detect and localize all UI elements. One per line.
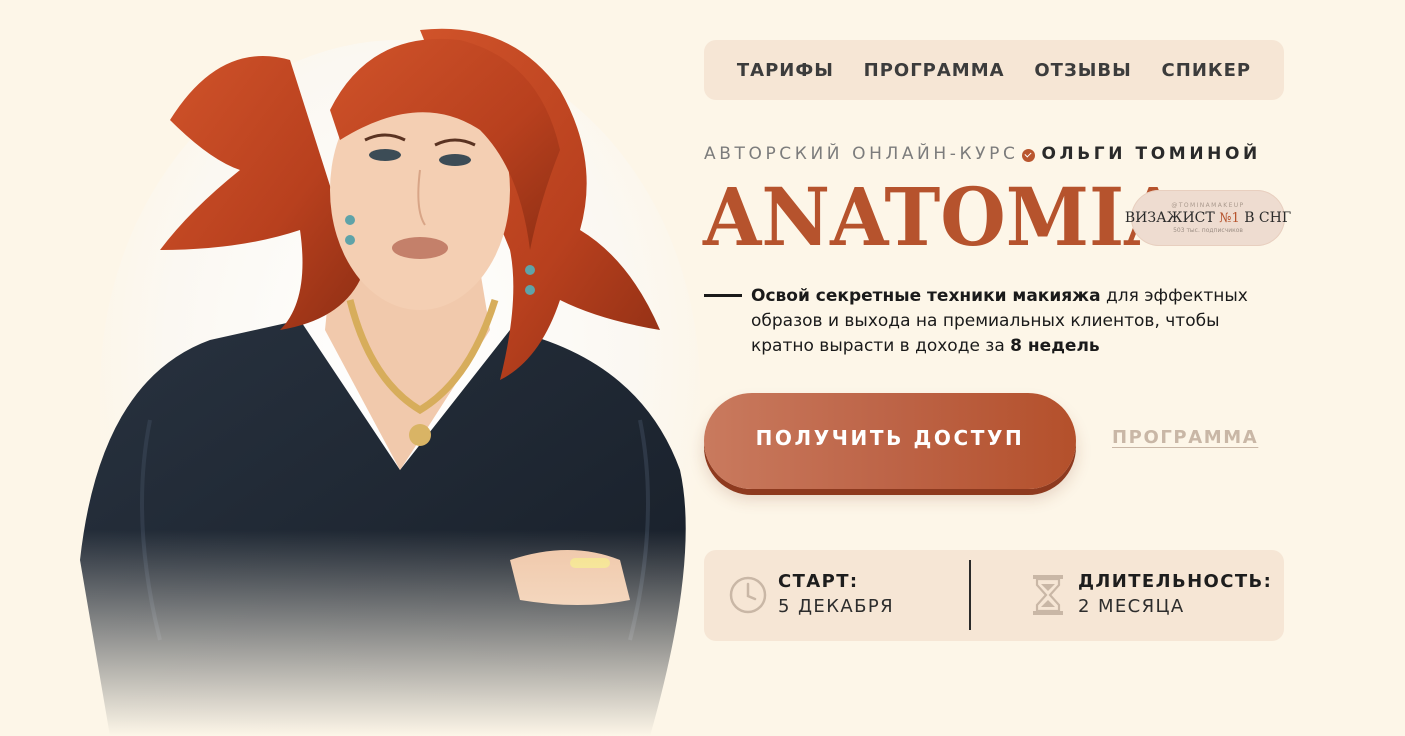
description-dash [704, 294, 742, 297]
instagram-badge: @TOMINAMAKEUP ВИЗАЖИСТ №1 В СНГ 503 тыс.… [1125, 190, 1291, 246]
description-bold-lead: Освой секретные техники макияжа [751, 286, 1101, 306]
clock-icon [728, 573, 768, 617]
speaker-portrait [40, 0, 740, 736]
nav-item-program[interactable]: ПРОГРАММА [864, 60, 1005, 81]
badge-handle: @TOMINAMAKEUP [1171, 202, 1245, 209]
duration-info: ДЛИТЕЛЬНОСТЬ: 2 МЕСЯЦА [1028, 570, 1272, 620]
course-title: ANATOMIA [703, 170, 1183, 264]
course-info-card: СТАРТ: 5 ДЕКАБРЯ ДЛИТЕЛЬНОСТЬ: 2 МЕСЯЦА [704, 550, 1284, 641]
speaker-illustration [40, 0, 740, 736]
course-description: Освой секретные техники макияжа для эффе… [751, 284, 1271, 359]
badge-title-number: №1 [1219, 211, 1240, 226]
hourglass-icon [1028, 573, 1068, 617]
nav-item-reviews[interactable]: ОТЗЫВЫ [1034, 60, 1131, 81]
duration-value: 2 МЕСЯЦА [1078, 596, 1185, 617]
info-divider [969, 560, 971, 630]
description-bold-duration: 8 недель [1010, 336, 1100, 356]
subtitle-prefix: АВТОРСКИЙ ОНЛАЙН-КУРС [704, 144, 1019, 164]
subtitle-author: ОЛЬГИ ТОМИНОЙ [1041, 144, 1261, 164]
nav-item-speaker[interactable]: СПИКЕР [1162, 60, 1252, 81]
course-subtitle: АВТОРСКИЙ ОНЛАЙН-КУРС ОЛЬГИ ТОМИНОЙ [704, 142, 1286, 166]
duration-label: ДЛИТЕЛЬНОСТЬ: [1078, 571, 1273, 592]
badge-title-left: ВИЗАЖИСТ [1124, 210, 1215, 226]
top-nav: ТАРИФЫ ПРОГРАММА ОТЗЫВЫ СПИКЕР [704, 40, 1284, 100]
get-access-button[interactable]: ПОЛУЧИТЬ ДОСТУП [704, 393, 1076, 489]
badge-followers: 503 тыс. подписчиков [1173, 227, 1243, 234]
start-value: 5 ДЕКАБРЯ [778, 596, 895, 617]
start-label: СТАРТ: [778, 571, 859, 592]
nav-item-tariffs[interactable]: ТАРИФЫ [737, 60, 834, 81]
start-info: СТАРТ: 5 ДЕКАБРЯ [728, 570, 894, 620]
program-link[interactable]: ПРОГРАММА [1112, 427, 1262, 448]
badge-title: ВИЗАЖИСТ №1 В СНГ [1125, 210, 1291, 226]
badge-title-right: В СНГ [1244, 210, 1292, 226]
check-badge-icon [1022, 148, 1036, 162]
